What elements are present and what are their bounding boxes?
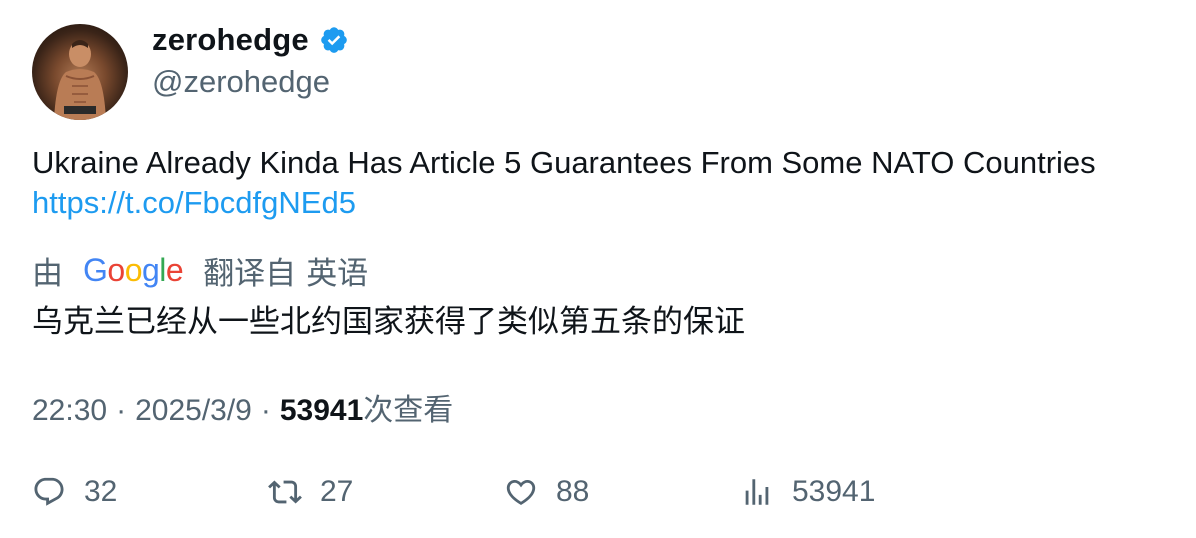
translation-prefix: 由	[32, 256, 63, 291]
retweet-icon	[268, 480, 302, 504]
tweet-time[interactable]: 22:30	[32, 394, 107, 428]
display-name[interactable]: zerohedge	[152, 22, 309, 58]
tweet-date[interactable]: 2025/3/9	[135, 394, 252, 428]
tweet-meta: 22:30 · 2025/3/9 · 53941 次查看	[32, 385, 453, 429]
retweet-button[interactable]: 27	[268, 472, 353, 512]
translation-suffix: 翻译自	[203, 256, 297, 291]
tweet-text: Ukraine Already Kinda Has Article 5 Guar…	[32, 143, 1172, 223]
views-count: 53941	[279, 394, 364, 427]
translated-text: 乌克兰已经从一些北约国家获得了类似第五条的保证	[32, 304, 745, 339]
translation-attribution: 由 Google 翻译自 英语	[32, 248, 368, 293]
tweet-link[interactable]: https://t.co/FbcdfgNEd5	[32, 183, 1172, 223]
like-button[interactable]: 88	[504, 472, 589, 512]
meta-separator: ·	[260, 394, 271, 427]
reply-count: 32	[84, 475, 118, 508]
google-logo: Google	[83, 252, 184, 288]
analytics-icon	[745, 479, 769, 505]
avatar-image	[54, 40, 106, 120]
retweet-count: 27	[320, 475, 354, 508]
meta-separator: ·	[116, 394, 127, 427]
display-name-row: zerohedge	[152, 22, 349, 58]
views-button[interactable]: 53941	[740, 472, 875, 512]
user-handle[interactable]: @zerohedge	[152, 64, 330, 100]
reply-button[interactable]: 32	[32, 472, 117, 512]
views-action-count: 53941	[792, 475, 876, 508]
views-label: 次查看	[363, 394, 454, 427]
like-count: 88	[556, 475, 590, 508]
verified-badge-icon	[321, 27, 347, 53]
translation-source-language[interactable]: 英语	[306, 248, 368, 293]
tweet-card: zerohedge @zerohedge Ukraine Already Kin…	[0, 0, 1196, 538]
reply-icon	[34, 477, 64, 506]
heart-icon	[506, 479, 536, 505]
avatar[interactable]	[32, 24, 128, 120]
tweet-body: Ukraine Already Kinda Has Article 5 Guar…	[32, 145, 1096, 180]
